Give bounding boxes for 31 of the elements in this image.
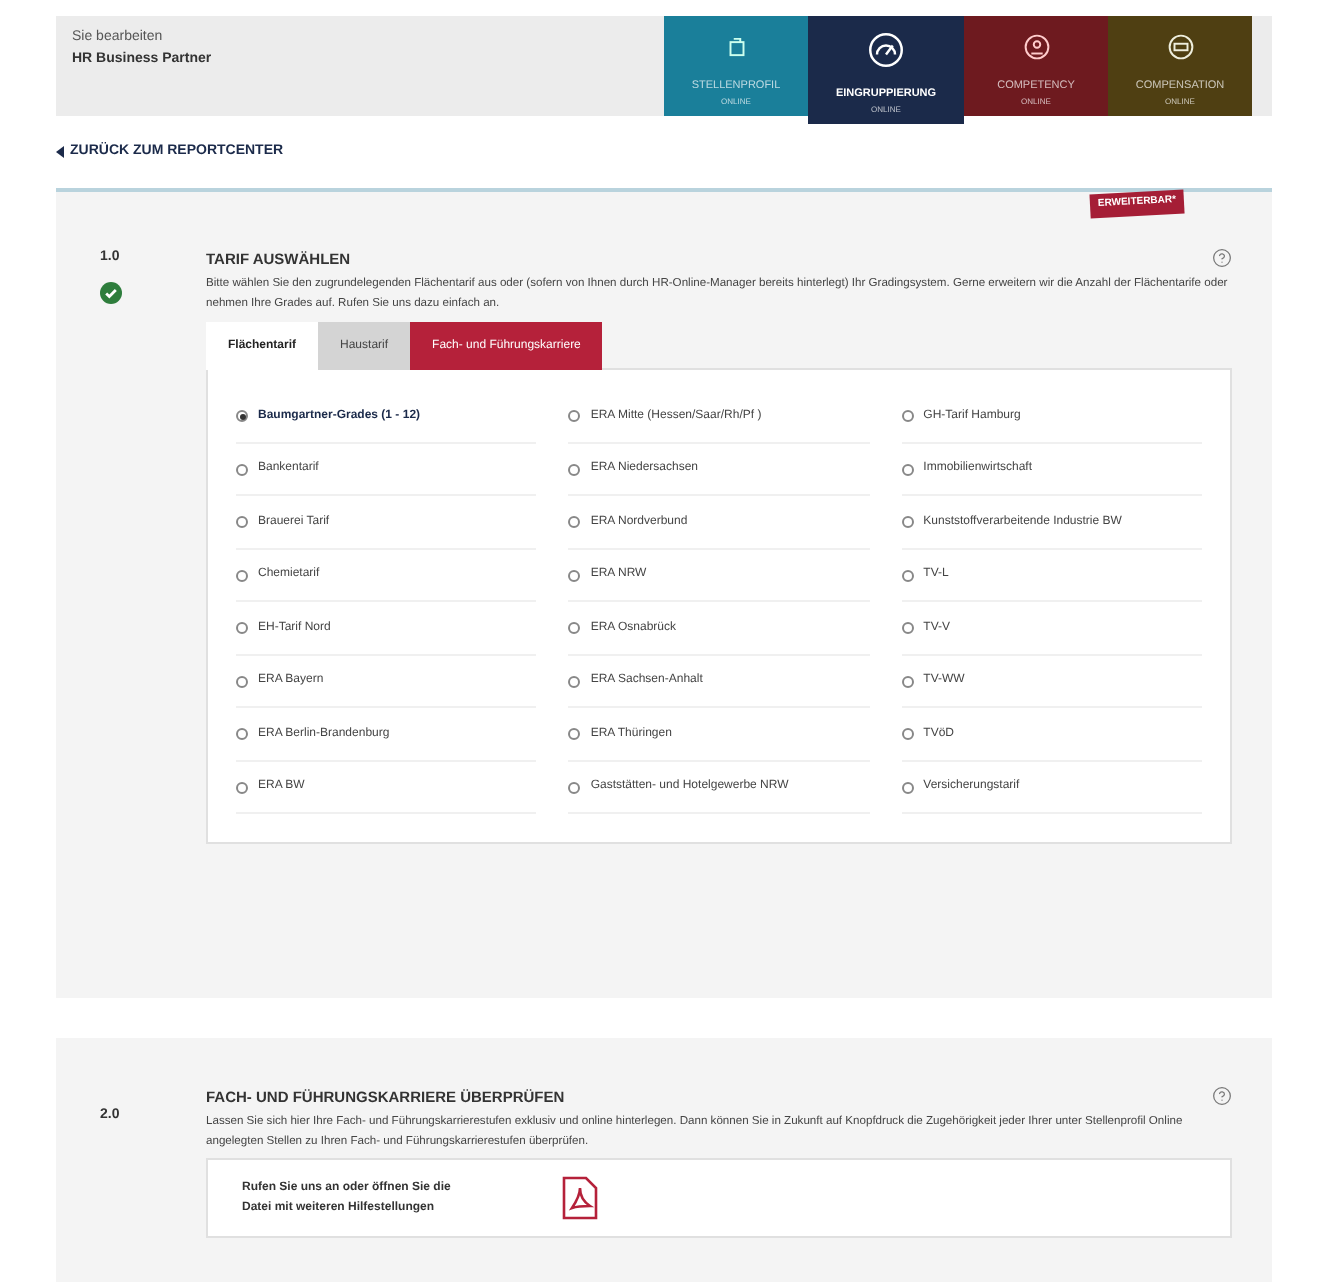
radio-button[interactable] (568, 675, 581, 687)
radio-button[interactable] (901, 569, 914, 581)
banknote-icon (1167, 33, 1193, 60)
person-icon (1023, 33, 1049, 60)
radio-button[interactable] (236, 516, 248, 528)
pdf-file-icon[interactable] (562, 1176, 598, 1221)
radio-button[interactable] (236, 569, 248, 581)
radio-button[interactable] (901, 463, 914, 475)
radio-button[interactable] (236, 675, 248, 687)
radio-button[interactable] (568, 516, 581, 528)
radio-button[interactable] (901, 516, 914, 528)
radio-button[interactable] (901, 728, 914, 740)
back-arrow-icon (56, 146, 64, 158)
radio-button[interactable] (901, 675, 914, 687)
gauge-icon (868, 31, 904, 68)
radio-button[interactable] (568, 728, 581, 740)
radio-button[interactable] (568, 569, 581, 581)
radio-button[interactable] (568, 410, 581, 422)
radio-button[interactable] (236, 622, 248, 634)
radio-button[interactable] (236, 728, 248, 740)
radio-button[interactable] (901, 622, 914, 634)
help-icon[interactable] (1212, 1086, 1232, 1106)
radio-button[interactable] (236, 781, 248, 793)
radio-button[interactable] (236, 410, 248, 422)
help-icon[interactable] (1212, 248, 1232, 268)
radio-button[interactable] (901, 781, 914, 793)
radio-button[interactable] (568, 463, 581, 475)
radio-button[interactable] (901, 410, 914, 422)
radio-button[interactable] (568, 781, 581, 793)
radio-button[interactable] (568, 622, 581, 634)
radio-button[interactable] (236, 463, 248, 475)
